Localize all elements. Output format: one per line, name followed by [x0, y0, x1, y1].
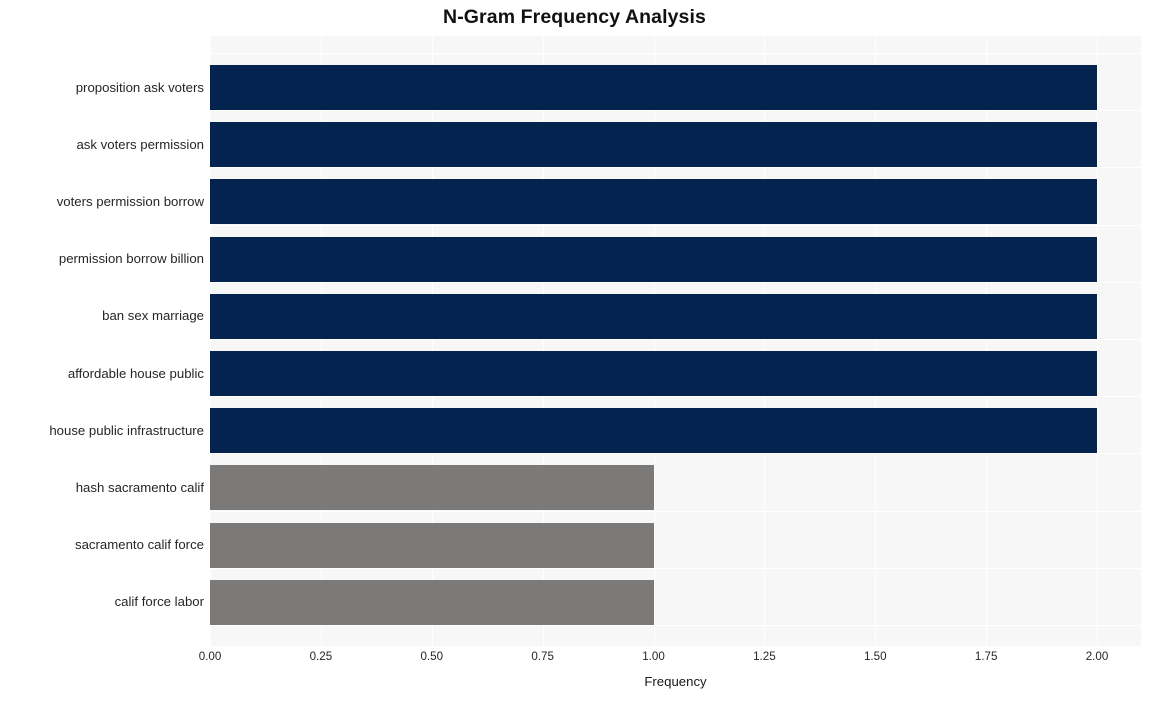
- y-gridline: [210, 224, 1141, 226]
- x-axis-tick-labels: 0.00 0.25 0.50 0.75 1.00 1.25 1.50 1.75 2.00: [0, 650, 1149, 670]
- x-gridline: [1097, 36, 1098, 646]
- bar[interactable]: [210, 351, 1097, 396]
- chart-title: N-Gram Frequency Analysis: [443, 6, 706, 28]
- y-axis-label: house public infrastructure: [49, 422, 204, 438]
- plot-area: [210, 36, 1141, 646]
- bar[interactable]: [210, 579, 654, 625]
- y-axis-label: proposition ask voters: [75, 79, 204, 95]
- bar[interactable]: [210, 522, 654, 568]
- x-tick-label: 0.25: [309, 650, 333, 663]
- x-tick-label: 1.50: [863, 650, 887, 663]
- y-gridline: [210, 396, 1141, 398]
- x-tick-label: 0.50: [420, 650, 444, 663]
- x-tick-label: 1.75: [974, 650, 998, 663]
- y-gridline: [210, 167, 1141, 169]
- y-gridline: [210, 339, 1141, 340]
- x-tick-label: 2.00: [1085, 650, 1109, 663]
- bar[interactable]: [210, 179, 1097, 225]
- x-tick-label: 1.25: [753, 650, 776, 663]
- y-axis-label: ask voters permission: [76, 136, 204, 152]
- x-tick-label: 0.00: [198, 650, 222, 663]
- bar[interactable]: [210, 236, 1097, 282]
- y-axis-label: ban sex marriage: [102, 308, 204, 324]
- y-axis-label: sacramento calif force: [75, 537, 204, 553]
- y-axis-label: voters permission borrow: [56, 193, 204, 209]
- bar[interactable]: [210, 465, 654, 511]
- y-axis-label: permission borrow billion: [58, 251, 204, 267]
- y-gridline: [210, 453, 1141, 455]
- bar[interactable]: [210, 408, 1097, 454]
- y-gridline: [210, 510, 1141, 512]
- y-gridline: [210, 281, 1141, 283]
- x-tick-label: 1.00: [642, 650, 665, 663]
- chart-figure: N-Gram Frequency Analysis proposition as…: [0, 0, 1149, 701]
- y-gridline: [210, 110, 1141, 112]
- y-axis-label: calif force labor: [114, 594, 204, 610]
- y-gridline: [210, 53, 1141, 54]
- x-tick-label: 0.75: [531, 650, 554, 663]
- bar[interactable]: [210, 293, 1097, 339]
- y-axis-label: affordable house public: [67, 365, 204, 381]
- bar[interactable]: [210, 122, 1097, 168]
- bar[interactable]: [210, 65, 1097, 110]
- y-gridline: [210, 625, 1141, 626]
- x-axis-title: Frequency: [644, 674, 707, 689]
- y-gridline: [210, 567, 1141, 569]
- y-axis-label: hash sacramento calif: [75, 479, 204, 495]
- y-axis-category-labels: proposition ask voters ask voters permiss…: [0, 36, 204, 646]
